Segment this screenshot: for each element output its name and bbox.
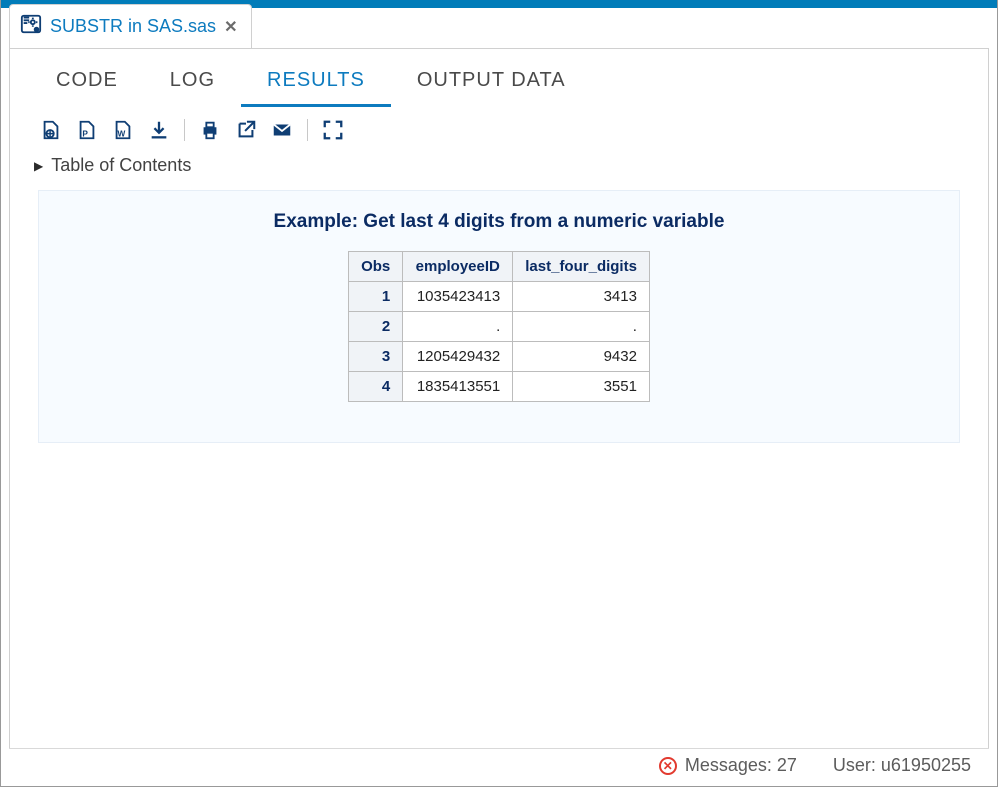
table-row: 2 . .: [349, 312, 650, 342]
cell-employeeid: .: [403, 312, 513, 342]
table-header-row: Obs employeeID last_four_digits: [349, 252, 650, 282]
cell-employeeid: 1205429432: [403, 342, 513, 372]
toolbar-separator: [307, 119, 308, 141]
tab-results[interactable]: RESULTS: [241, 63, 391, 107]
col-header-obs: Obs: [349, 252, 403, 282]
open-pdf-icon[interactable]: P: [76, 119, 98, 141]
cell-last4: 3413: [513, 282, 650, 312]
cell-obs: 2: [349, 312, 403, 342]
svg-text:P: P: [82, 129, 88, 138]
col-header-last4: last_four_digits: [513, 252, 650, 282]
svg-text:W: W: [118, 129, 126, 138]
results-title: Example: Get last 4 digits from a numeri…: [49, 211, 949, 233]
messages-indicator[interactable]: ✕ Messages: 27: [659, 755, 797, 776]
cell-last4: 9432: [513, 342, 650, 372]
toolbar-separator: [184, 119, 185, 141]
user-label: User: u61950255: [833, 755, 971, 776]
cell-employeeid: 1035423413: [403, 282, 513, 312]
cell-obs: 4: [349, 372, 403, 402]
col-header-employeeid: employeeID: [403, 252, 513, 282]
print-icon[interactable]: [199, 119, 221, 141]
triangle-right-icon: ▶: [34, 159, 43, 173]
fullscreen-icon[interactable]: [322, 119, 344, 141]
cell-obs: 1: [349, 282, 403, 312]
file-tab-row: SUBSTR in SAS.sas ✕: [1, 8, 997, 48]
status-bar: ✕ Messages: 27 User: u61950255: [9, 748, 989, 782]
messages-count-label: Messages: 27: [685, 755, 797, 776]
open-html-icon[interactable]: [40, 119, 62, 141]
cell-last4: .: [513, 312, 650, 342]
file-tab-label: SUBSTR in SAS.sas: [50, 16, 216, 37]
tab-code[interactable]: CODE: [30, 63, 144, 107]
results-toolbar: P W: [10, 107, 988, 149]
editor-content-frame: CODE LOG RESULTS OUTPUT DATA P W: [9, 48, 989, 758]
sas-program-icon: [20, 13, 42, 40]
download-icon[interactable]: [148, 119, 170, 141]
results-table: Obs employeeID last_four_digits 1 103542…: [348, 251, 650, 402]
open-new-window-icon[interactable]: [235, 119, 257, 141]
file-tab[interactable]: SUBSTR in SAS.sas ✕: [9, 4, 252, 48]
table-row: 3 1205429432 9432: [349, 342, 650, 372]
close-tab-icon[interactable]: ✕: [224, 17, 237, 37]
table-of-contents-label: Table of Contents: [51, 155, 191, 176]
cell-obs: 3: [349, 342, 403, 372]
email-icon[interactable]: [271, 119, 293, 141]
table-of-contents-toggle[interactable]: ▶ Table of Contents: [10, 149, 988, 190]
open-rtf-icon[interactable]: W: [112, 119, 134, 141]
cell-employeeid: 1835413551: [403, 372, 513, 402]
results-output-area: Example: Get last 4 digits from a numeri…: [38, 190, 960, 443]
subtab-bar: CODE LOG RESULTS OUTPUT DATA: [10, 49, 988, 107]
cell-last4: 3551: [513, 372, 650, 402]
table-row: 4 1835413551 3551: [349, 372, 650, 402]
tab-output-data[interactable]: OUTPUT DATA: [391, 63, 592, 107]
tab-log[interactable]: LOG: [144, 63, 241, 107]
error-icon: ✕: [659, 757, 677, 775]
table-row: 1 1035423413 3413: [349, 282, 650, 312]
